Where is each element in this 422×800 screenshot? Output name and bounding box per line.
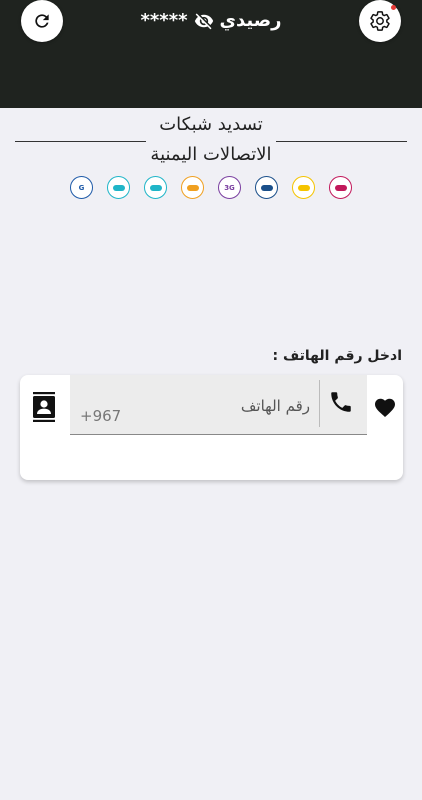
network-logo-6[interactable] <box>255 176 278 199</box>
favorites-heart-icon[interactable] <box>373 396 397 422</box>
phone-input-field[interactable]: +967 رقم الهاتف <box>70 375 367 435</box>
network-logo-5-mark: 3G <box>224 183 235 192</box>
network-logo-7[interactable] <box>292 176 315 199</box>
country-prefix: +967 <box>80 407 122 425</box>
divider-left <box>15 141 146 142</box>
network-logo-7-mark <box>297 184 310 191</box>
contacts-icon[interactable] <box>31 392 57 426</box>
network-logo-5[interactable]: 3G <box>218 176 241 199</box>
top-header: ***** رصيدي <box>0 0 422 108</box>
network-logo-3-mark <box>149 184 162 191</box>
balance-label: رصيدي <box>219 10 282 31</box>
input-divider <box>319 380 320 427</box>
settings-button[interactable] <box>359 0 401 42</box>
divider-right <box>276 141 407 142</box>
phone-icon <box>328 389 354 419</box>
eye-off-icon[interactable] <box>194 11 214 31</box>
phone-placeholder: رقم الهاتف <box>240 397 310 415</box>
phone-input-label: ادخل رقم الهاتف : <box>272 348 402 364</box>
network-logo-2-mark <box>112 184 125 191</box>
balance-masked: ***** <box>140 10 188 31</box>
title-line-1: تسديد شبكات <box>159 114 263 135</box>
network-logo-1[interactable]: G <box>70 176 93 199</box>
network-logo-8[interactable] <box>329 176 352 199</box>
network-logo-3[interactable] <box>144 176 167 199</box>
notification-dot <box>391 5 396 10</box>
network-logo-2[interactable] <box>107 176 130 199</box>
network-logo-8-mark <box>334 184 347 191</box>
phone-input-card: +967 رقم الهاتف <box>20 375 403 480</box>
network-logo-6-mark <box>260 184 273 191</box>
network-logo-4[interactable] <box>181 176 204 199</box>
network-logos: G 3G <box>0 176 422 199</box>
title-line-2: الاتصالات اليمنية <box>150 144 272 165</box>
gear-icon <box>370 11 390 31</box>
network-logo-1-mark: G <box>78 183 85 192</box>
network-logo-4-mark <box>186 184 199 191</box>
